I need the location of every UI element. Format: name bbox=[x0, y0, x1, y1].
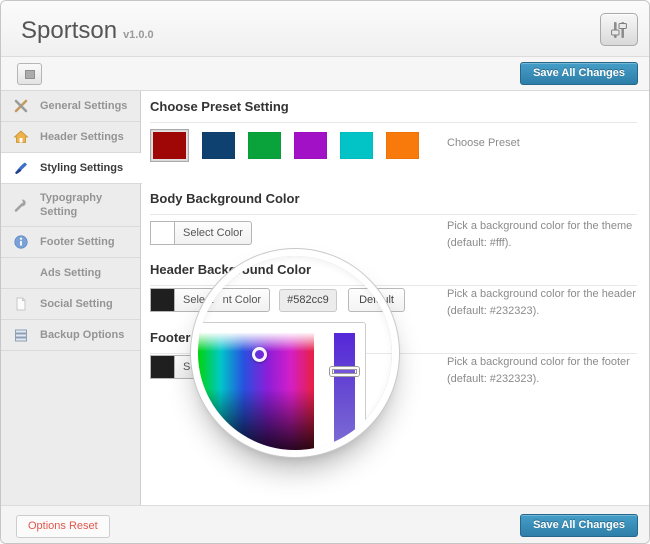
sidebar-item-social-setting[interactable]: Social Setting bbox=[1, 289, 140, 320]
footer-bg-swatch[interactable] bbox=[150, 355, 174, 379]
wrench-icon bbox=[13, 197, 31, 213]
tools-icon bbox=[13, 98, 31, 114]
body-bg-description: Pick a background color for the theme (d… bbox=[447, 218, 647, 252]
options-button[interactable] bbox=[600, 13, 638, 46]
header-bg-description: Pick a background color for the header (… bbox=[447, 286, 647, 320]
sidebar-item-header-settings[interactable]: Header Settings bbox=[1, 122, 140, 153]
sidebar-item-label: Footer Setting bbox=[40, 235, 115, 249]
stack-icon bbox=[13, 327, 31, 343]
color-picker-panel bbox=[198, 322, 366, 450]
preset-description: Choose Preset bbox=[447, 135, 647, 152]
color-picker-hue-slider[interactable] bbox=[334, 333, 355, 450]
footer-bg-description: Pick a background color for the footer (… bbox=[447, 354, 647, 388]
options-reset-button[interactable]: Options Reset bbox=[16, 515, 110, 538]
sidebar-item-label: Styling Settings bbox=[40, 161, 123, 175]
select-label-fragment-left: Select bbox=[183, 294, 214, 306]
app-footer: Options Reset Save All Changes bbox=[1, 505, 650, 544]
theme-options-panel: Sportson v1.0.0 Save All Changes bbox=[0, 0, 650, 544]
preset-swatch-row bbox=[150, 129, 419, 162]
preset-swatch-teal[interactable] bbox=[340, 132, 373, 159]
sidebar-item-label: Typography Setting bbox=[40, 191, 134, 219]
color-picker-cursor[interactable] bbox=[252, 347, 267, 362]
page-icon bbox=[13, 296, 31, 312]
section-heading-header-bg: Header Background Color bbox=[150, 262, 637, 286]
paint-brush-icon bbox=[13, 160, 31, 176]
preset-swatch-orange[interactable] bbox=[386, 132, 419, 159]
sidebar-item-ads-setting[interactable]: Ads Setting bbox=[1, 258, 140, 289]
sidebar-item-styling-settings[interactable]: Styling Settings bbox=[1, 153, 142, 184]
sidebar-item-label: Ads Setting bbox=[40, 266, 101, 280]
body-bg-select-color-button[interactable]: Select Color bbox=[174, 221, 252, 245]
app-version: v1.0.0 bbox=[123, 29, 154, 41]
sidebar-item-label: Social Setting bbox=[40, 297, 113, 311]
body-bg-swatch[interactable] bbox=[150, 221, 174, 245]
body-bg-control-row: Select Color bbox=[150, 221, 252, 245]
sliders-icon bbox=[608, 19, 630, 41]
section-heading-body-bg: Body Background Color bbox=[150, 191, 637, 215]
sidebar-item-label: Backup Options bbox=[40, 328, 124, 342]
color-picker-hue-handle[interactable] bbox=[330, 367, 359, 376]
sidebar-item-label: General Settings bbox=[40, 99, 127, 113]
sidebar-item-footer-setting[interactable]: Footer Setting bbox=[1, 227, 140, 258]
header-bg-swatch[interactable] bbox=[150, 288, 174, 312]
collapse-icon bbox=[25, 70, 35, 79]
app-toolbar: Save All Changes bbox=[1, 57, 650, 91]
app-title-text: Sportson bbox=[21, 17, 117, 44]
preset-swatch-purple[interactable] bbox=[294, 132, 327, 159]
magnifier-lens bbox=[198, 256, 392, 450]
save-all-changes-bottom-button[interactable]: Save All Changes bbox=[520, 514, 638, 537]
preset-swatch-green[interactable] bbox=[248, 132, 281, 159]
home-icon bbox=[13, 129, 31, 145]
section-heading-preset: Choose Preset Setting bbox=[150, 99, 637, 123]
sidebar-item-backup-options[interactable]: Backup Options bbox=[1, 320, 140, 351]
preset-swatch-red[interactable] bbox=[150, 129, 189, 162]
save-all-changes-top-button[interactable]: Save All Changes bbox=[520, 62, 638, 85]
blank-icon bbox=[13, 265, 31, 281]
sidebar-item-typography-setting[interactable]: Typography Setting bbox=[1, 184, 140, 227]
app-header: Sportson v1.0.0 bbox=[1, 1, 650, 57]
collapse-button[interactable] bbox=[17, 63, 42, 85]
preset-swatch-navy[interactable] bbox=[202, 132, 235, 159]
info-icon bbox=[13, 234, 31, 250]
app-title: Sportson v1.0.0 bbox=[21, 17, 154, 45]
sidebar-item-label: Header Settings bbox=[40, 130, 124, 144]
sidebar-nav: General Settings Header Settings bbox=[1, 91, 141, 505]
sidebar-item-general-settings[interactable]: General Settings bbox=[1, 91, 140, 122]
